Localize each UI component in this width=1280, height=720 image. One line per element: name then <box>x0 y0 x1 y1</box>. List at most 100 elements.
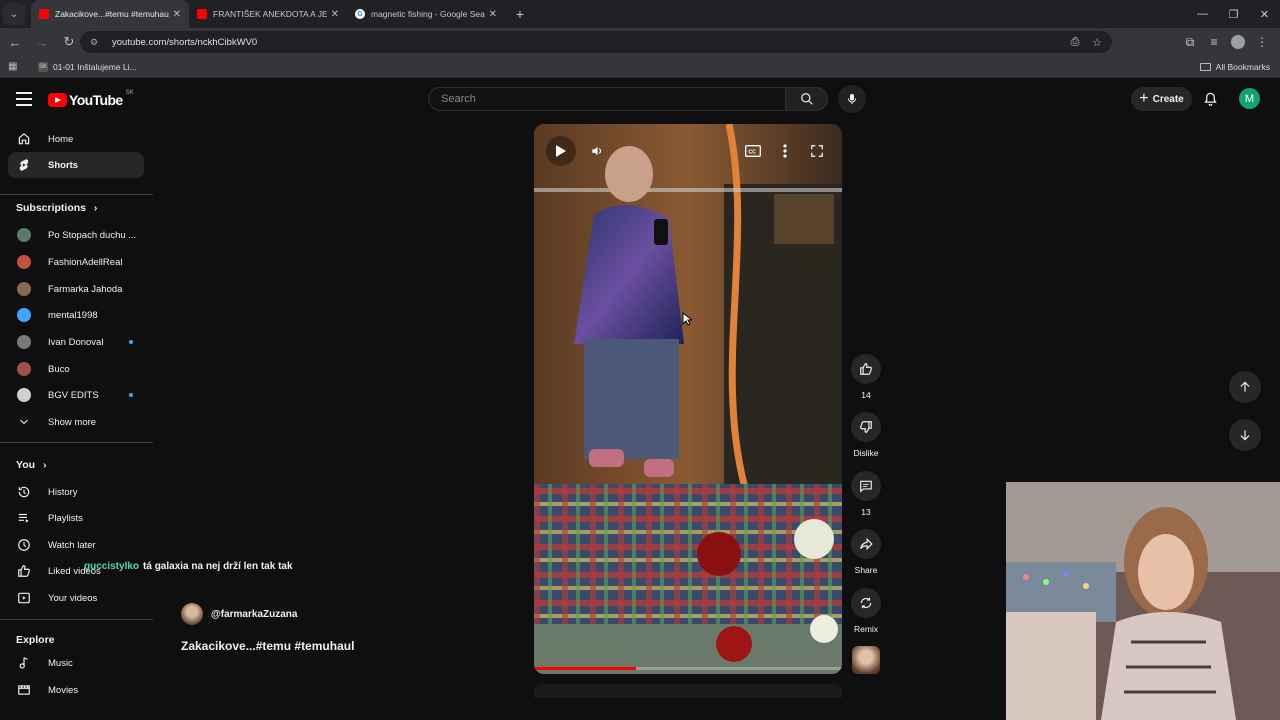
next-short-preview[interactable] <box>534 684 842 698</box>
minimize-icon[interactable]: — <box>1187 0 1218 28</box>
back-icon[interactable]: ← <box>3 30 27 54</box>
share-button[interactable]: Share <box>848 529 884 575</box>
bookmark-item[interactable]: SK 01-01 Inštalujeme Li... <box>38 61 137 72</box>
menu-kebab-icon[interactable]: ⋮ <box>1250 35 1274 49</box>
subscriptions-heading[interactable]: Subscriptions › <box>16 202 97 214</box>
close-tab-icon[interactable]: ✕ <box>489 9 497 20</box>
sidebar-item-home[interactable]: Home <box>8 126 144 152</box>
close-tab-icon[interactable]: ✕ <box>173 9 181 20</box>
share-label: Share <box>854 565 878 575</box>
search-button[interactable] <box>786 87 828 111</box>
subscription-name: Po Stopach duchu ... <box>48 229 137 241</box>
subscriptions-title: Subscriptions <box>16 202 87 214</box>
like-circle <box>851 354 881 384</box>
avatar <box>17 335 31 349</box>
sidebar-subscription[interactable]: FashionAdellReal <box>8 249 144 275</box>
sidebar-subscription[interactable]: BGV EDITS <box>8 382 144 408</box>
sidebar-subscription[interactable]: Buco <box>8 356 144 382</box>
sidebar-item-movies[interactable]: Movies <box>8 677 144 703</box>
tab-2[interactable]: G magnetic fishing - Google Sear ✕ <box>347 0 505 28</box>
dislike-button[interactable]: Dislike <box>848 412 884 458</box>
comments-button[interactable]: 13 <box>848 471 884 517</box>
media-controls-icon[interactable]: ≡ <box>1202 35 1226 49</box>
sidebar-item-playlists[interactable]: Playlists <box>8 505 144 531</box>
bookmark-star-icon[interactable]: ☆ <box>1086 36 1108 49</box>
dislike-label: Dislike <box>853 448 879 458</box>
previous-short-button[interactable] <box>1229 371 1261 403</box>
forward-icon[interactable]: → <box>30 30 54 54</box>
install-app-icon[interactable]: ⎙ <box>1064 36 1086 49</box>
captions-button[interactable]: CC <box>738 136 768 166</box>
channel-avatar <box>16 307 32 323</box>
menu-icon[interactable] <box>16 92 32 106</box>
apps-grid-icon[interactable]: ▦ <box>8 61 20 72</box>
url-text: youtube.com/shorts/nckhCibkWV0 <box>112 36 258 48</box>
sidebar-item-watch-later[interactable]: Watch later <box>8 532 144 558</box>
youtube-logo-icon <box>48 93 67 107</box>
tab-0[interactable]: Zakacikove...#temu #temuhaul ✕ <box>31 0 189 28</box>
remix-button[interactable]: Remix <box>848 588 884 634</box>
close-tab-icon[interactable]: ✕ <box>331 9 339 20</box>
remix-icon <box>860 597 872 609</box>
channel-avatar-button[interactable] <box>848 646 884 674</box>
extensions-icon[interactable]: ⧉ <box>1178 35 1202 50</box>
sidebar-subscription[interactable]: Po Stopach duchu ... <box>8 222 144 248</box>
video-progress-bar[interactable] <box>534 667 842 670</box>
create-button[interactable]: + Create <box>1131 87 1192 111</box>
home-icon <box>16 131 32 147</box>
sidebar-subscription[interactable]: Farmarka Jahoda <box>8 276 144 302</box>
avatar <box>17 362 31 376</box>
play-button[interactable] <box>546 136 576 166</box>
sidebar-item-your-videos[interactable]: Your videos <box>8 585 144 611</box>
sidebar-item-label: Home <box>48 133 74 145</box>
address-bar[interactable]: ⚙ youtube.com/shorts/nckhCibkWV0 ⎙ ☆ <box>80 31 1112 53</box>
sidebar-item-label: Shorts <box>48 159 79 171</box>
restore-icon[interactable]: ❐ <box>1218 0 1249 28</box>
mute-button[interactable] <box>582 136 612 166</box>
channel-avatar <box>16 334 32 350</box>
search-icon <box>800 93 813 105</box>
avatar-letter: M <box>1244 92 1255 105</box>
chevron-right-icon: › <box>43 459 47 471</box>
subscription-name: FashionAdellReal <box>48 256 123 268</box>
profile-icon[interactable] <box>1231 35 1245 49</box>
sidebar-item-history[interactable]: History <box>8 479 144 505</box>
tab-1[interactable]: FRANTIŠEK ANEKDOTA A JEHO ✕ <box>189 0 347 28</box>
sidebar-item-shorts[interactable]: Shorts <box>8 152 144 178</box>
youtube-logo[interactable]: YouTube SK <box>48 90 134 108</box>
avatar <box>17 228 31 242</box>
sidebar-subscription[interactable]: mental1998 <box>8 302 144 328</box>
fullscreen-button[interactable] <box>802 136 832 166</box>
search-input[interactable]: Search <box>428 87 786 111</box>
more-vert-icon <box>783 144 787 158</box>
bookmarks-bar: ▦ SK 01-01 Inštalujeme Li... All Bookmar… <box>0 56 1280 78</box>
short-channel[interactable]: @farmarkaZuzana <box>181 603 297 625</box>
sidebar-subscription[interactable]: Ivan Donoval <box>8 329 144 355</box>
video-frame <box>534 124 842 674</box>
like-button[interactable]: 14 <box>848 354 884 400</box>
all-bookmarks-button[interactable]: All Bookmarks <box>1199 62 1270 72</box>
tab-search-button[interactable]: ⌄ <box>3 3 25 25</box>
close-window-icon[interactable]: ✕ <box>1249 0 1280 28</box>
channel-avatar <box>16 254 32 270</box>
site-info-icon[interactable]: ⚙ <box>90 37 102 47</box>
more-options-button[interactable] <box>770 136 800 166</box>
avatar <box>17 255 31 269</box>
account-avatar[interactable]: M <box>1239 88 1260 109</box>
you-heading[interactable]: You › <box>16 459 46 471</box>
show-more-button[interactable]: Show more <box>8 409 144 435</box>
shorts-video-player[interactable]: CC <box>534 124 842 674</box>
notifications-button[interactable] <box>1200 88 1220 110</box>
search-placeholder: Search <box>441 93 476 105</box>
new-tab-button[interactable]: + <box>509 6 531 22</box>
sidebar-item-label: History <box>48 486 78 498</box>
reload-icon[interactable]: ↻ <box>57 30 81 54</box>
liked-icon <box>16 563 32 579</box>
voice-search-button[interactable] <box>838 85 866 113</box>
sidebar-item-label: Movies <box>48 684 79 696</box>
comments-circle <box>851 471 881 501</box>
next-short-button[interactable] <box>1229 419 1261 451</box>
sidebar-item-music[interactable]: Music <box>8 650 144 676</box>
share-icon <box>860 537 873 551</box>
overlay-chat-comment: guccistylko tá galaxia na nej drží len t… <box>84 561 293 572</box>
